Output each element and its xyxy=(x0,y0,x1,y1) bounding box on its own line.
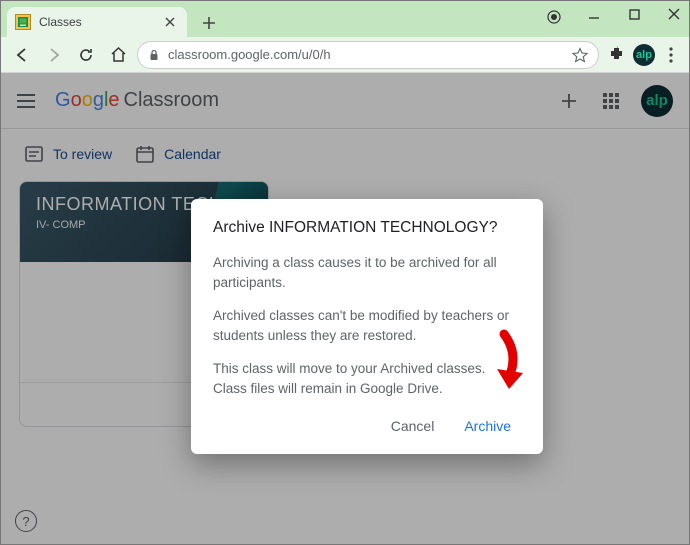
browser-menu-icon[interactable] xyxy=(661,45,681,65)
dialog-text-3: This class will move to your Archived cl… xyxy=(213,359,521,398)
tab-title: Classes xyxy=(39,15,155,29)
url-text: classroom.google.com/u/0/h xyxy=(168,47,564,62)
nav-home-icon[interactable] xyxy=(105,42,131,68)
archive-dialog: Archive INFORMATION TECHNOLOGY? Archivin… xyxy=(191,199,543,454)
browser-title-bar: Classes xyxy=(1,1,689,37)
nav-back-icon[interactable] xyxy=(9,42,35,68)
profile-switcher-icon[interactable] xyxy=(547,10,561,24)
tab-favicon-classroom-icon xyxy=(15,14,31,30)
window-close-icon[interactable] xyxy=(663,3,685,25)
dialog-actions: Cancel Archive xyxy=(213,412,521,440)
window-controls xyxy=(583,3,685,25)
bookmark-star-icon[interactable] xyxy=(572,47,588,63)
page-viewport: Google Classroom alp To review Calendar … xyxy=(1,73,689,544)
nav-forward-icon xyxy=(41,42,67,68)
lock-icon xyxy=(148,49,160,61)
archive-button[interactable]: Archive xyxy=(460,412,515,440)
browser-address-bar: classroom.google.com/u/0/h alp xyxy=(1,37,689,73)
tab-close-icon[interactable] xyxy=(163,15,177,29)
nav-reload-icon[interactable] xyxy=(73,42,99,68)
browser-profile-avatar[interactable]: alp xyxy=(633,44,655,66)
window-maximize-icon[interactable] xyxy=(623,3,645,25)
dialog-text-1: Archiving a class causes it to be archiv… xyxy=(213,253,521,292)
window-minimize-icon[interactable] xyxy=(583,3,605,25)
cancel-button[interactable]: Cancel xyxy=(387,412,439,440)
browser-tab[interactable]: Classes xyxy=(7,7,187,37)
new-tab-button[interactable] xyxy=(197,11,221,35)
dialog-text-2: Archived classes can't be modified by te… xyxy=(213,306,521,345)
dialog-title: Archive INFORMATION TECHNOLOGY? xyxy=(213,219,521,237)
url-field[interactable]: classroom.google.com/u/0/h xyxy=(137,41,599,69)
extensions-icon[interactable] xyxy=(605,44,627,66)
